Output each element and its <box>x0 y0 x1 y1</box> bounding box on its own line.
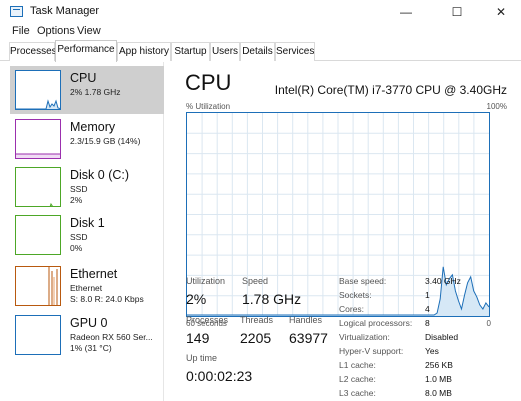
threads-label: Threads <box>240 315 274 325</box>
cpu-model-name: Intel(R) Core(TM) i7-3770 CPU @ 3.40GHz <box>274 83 507 97</box>
utilization-label: Utilization <box>186 276 226 286</box>
spec-value: Yes <box>425 346 439 356</box>
page-title: CPU <box>185 70 232 95</box>
utilization-min-label: 0 <box>486 319 491 328</box>
spec-key: Hyper-V support: <box>339 346 404 356</box>
window-title: Task Manager <box>30 5 100 17</box>
uptime-label: Up time <box>186 353 218 363</box>
sidebar-item-detail: Ethernet <box>70 283 103 293</box>
spec-value: 256 KB <box>425 360 453 370</box>
tab-processes[interactable]: Processes <box>9 42 57 61</box>
processes-value: 149 <box>186 330 210 346</box>
tab-users[interactable]: Users <box>210 42 240 61</box>
sidebar-item-detail: SSD <box>70 184 88 194</box>
utilization-max-label: 100% <box>486 102 507 111</box>
sidebar-item-gpu-0[interactable]: GPU 0 Radeon RX 560 Ser... 1% (31 °C) <box>10 311 164 359</box>
memory-thumbnail-graph <box>15 119 61 159</box>
spec-value: Disabled <box>425 332 459 342</box>
cpu-thumbnail-graph <box>15 70 61 110</box>
tab-performance[interactable]: Performance <box>55 40 117 62</box>
handles-value: 63977 <box>289 330 328 346</box>
sidebar-item-label: GPU 0 <box>70 316 108 330</box>
utilization-axis-label: % Utilization <box>186 102 231 111</box>
handles-label: Handles <box>289 315 323 325</box>
spec-key: L1 cache: <box>339 360 376 370</box>
task-manager-icon <box>10 6 23 17</box>
threads-value: 2205 <box>240 330 272 346</box>
spec-key: L3 cache: <box>339 388 376 398</box>
spec-value: 4 <box>425 304 430 314</box>
tab-app-history[interactable]: App history <box>117 42 171 61</box>
sidebar-item-usage: 0% <box>70 243 83 253</box>
maximize-button[interactable]: ☐ <box>440 0 474 24</box>
disk-1-thumbnail-graph <box>15 215 61 255</box>
sidebar-item-usage: 1% (31 °C) <box>70 343 112 353</box>
sidebar-item-memory[interactable]: Memory 2.3/15.9 GB (14%) <box>10 115 164 163</box>
sidebar-item-cpu[interactable]: CPU 2% 1.78 GHz <box>10 66 164 114</box>
speed-value: 1.78 GHz <box>242 291 302 307</box>
sidebar-item-label: Disk 0 (C:) <box>70 168 130 182</box>
tab-services[interactable]: Services <box>275 42 315 61</box>
cpu-detail-panel: CPU Intel(R) Core(TM) i7-3770 CPU @ 3.40… <box>165 62 521 401</box>
processes-label: Processes <box>186 315 229 325</box>
speed-label: Speed <box>242 276 269 286</box>
spec-key: L2 cache: <box>339 374 376 384</box>
sidebar-item-detail: 2.3/15.9 GB (14%) <box>70 136 141 146</box>
disk-0-thumbnail-graph <box>15 167 61 207</box>
sidebar-item-ethernet[interactable]: Ethernet Ethernet S: 8.0 R: 24.0 Kbps <box>10 262 164 310</box>
menu-options[interactable]: Options <box>37 25 75 37</box>
close-button[interactable]: ✕ <box>484 0 518 24</box>
sidebar-item-label: CPU <box>70 71 97 85</box>
utilization-value: 2% <box>186 291 207 307</box>
sidebar-item-detail: Radeon RX 560 Ser... <box>70 332 153 342</box>
sidebar-item-detail: SSD <box>70 232 88 242</box>
tab-details[interactable]: Details <box>240 42 275 61</box>
sidebar-item-label: Memory <box>70 120 116 134</box>
menu-view[interactable]: View <box>77 25 101 37</box>
cpu-utilization-graph <box>186 112 490 317</box>
ethernet-thumbnail-graph <box>15 266 61 306</box>
spec-key: Cores: <box>339 304 365 314</box>
sidebar-item-usage: 2% <box>70 195 83 205</box>
sidebar-item-disk-0[interactable]: Disk 0 (C:) SSD 2% <box>10 163 164 211</box>
sidebar-item-disk-1[interactable]: Disk 1 SSD 0% <box>10 211 164 259</box>
spec-key: Virtualization: <box>339 332 390 342</box>
spec-value: 8.0 MB <box>425 388 452 398</box>
sidebar-item-label: Disk 1 <box>70 216 105 230</box>
spec-value: 3.40 GHz <box>425 276 461 286</box>
gpu-0-thumbnail-graph <box>15 315 61 355</box>
uptime-value: 0:00:02:23 <box>186 368 253 384</box>
spec-value: 1 <box>425 290 430 300</box>
title-bar: Task Manager — ☐ ✕ <box>0 0 521 24</box>
spec-key: Sockets: <box>339 290 372 300</box>
spec-value: 1.0 MB <box>425 374 452 384</box>
spec-value: 8 <box>425 318 430 328</box>
menu-file[interactable]: File <box>12 25 30 37</box>
sidebar-item-throughput: S: 8.0 R: 24.0 Kbps <box>70 294 144 304</box>
spec-key: Base speed: <box>339 276 387 286</box>
spec-key: Logical processors: <box>339 318 413 328</box>
tab-strip: Processes Performance App history Startu… <box>0 40 521 62</box>
sidebar-item-label: Ethernet <box>70 267 118 281</box>
sidebar-item-detail: 2% 1.78 GHz <box>70 87 121 97</box>
minimize-button[interactable]: — <box>389 0 423 24</box>
tab-startup[interactable]: Startup <box>171 42 210 61</box>
resource-sidebar: CPU 2% 1.78 GHz Memory 2.3/15.9 GB (14%)… <box>0 62 164 401</box>
